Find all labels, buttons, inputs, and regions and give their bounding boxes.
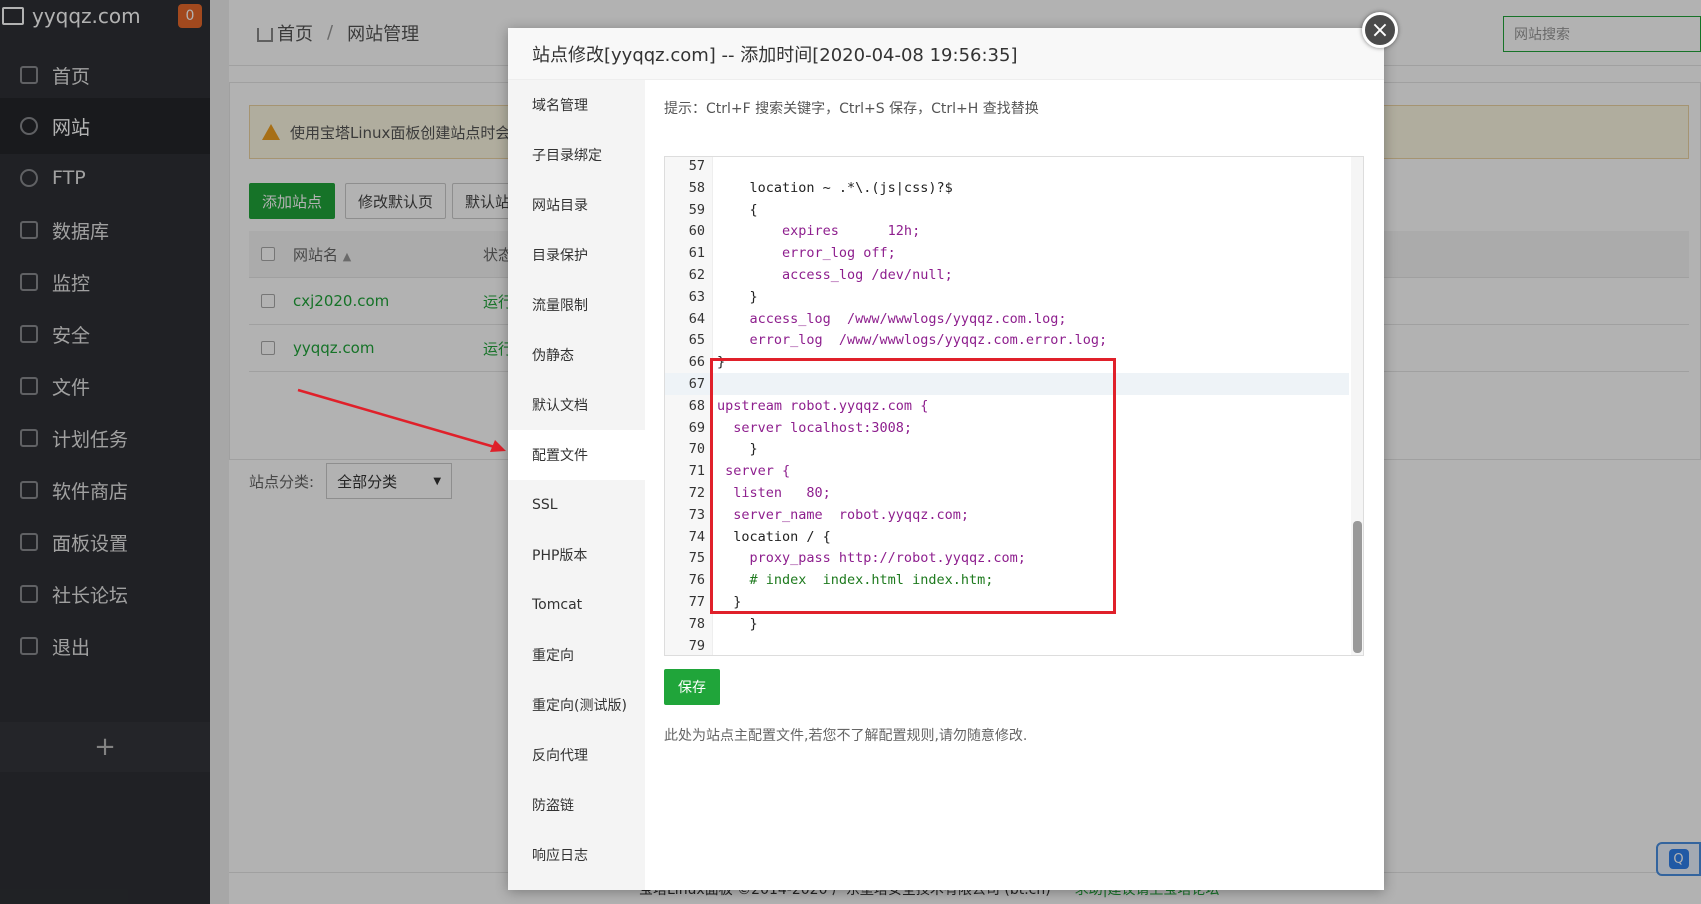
modal-menu-item[interactable]: PHP版本 (508, 530, 645, 580)
code-text: { (717, 201, 758, 218)
line-number: 63 (688, 288, 705, 305)
code-text: access_log /dev/null; (717, 267, 953, 283)
modal-menu-item[interactable]: 目录保护 (508, 230, 645, 280)
save-button[interactable]: 保存 (664, 669, 720, 705)
code-text: } (717, 288, 758, 305)
modal-menu-item[interactable]: 默认文档 (508, 380, 645, 430)
modal-menu-item[interactable]: 响应日志 (508, 830, 645, 880)
modal-menu-item[interactable]: 子目录绑定 (508, 130, 645, 180)
modal-menu-item[interactable]: 配置文件 (508, 430, 645, 480)
code-line: 59 { (665, 199, 1349, 221)
line-number: 68 (688, 397, 705, 414)
line-number: 62 (688, 267, 705, 283)
modal-menu-item[interactable]: 重定向(测试版) (508, 680, 645, 730)
modal-menu-item[interactable]: 流量限制 (508, 280, 645, 330)
modal-title: 站点修改[yyqqz.com] -- 添加时间[2020-04-08 19:56… (508, 28, 1384, 80)
modal-menu-item[interactable]: Tomcat (508, 580, 645, 630)
code-text: error_log /www/wwwlogs/yyqqz.com.error.l… (717, 332, 1108, 349)
modal-menu-item[interactable]: 重定向 (508, 630, 645, 680)
modal-menu-item[interactable]: SSL (508, 480, 645, 530)
code-line: 61 error_log off; (665, 242, 1349, 264)
line-number: 65 (688, 332, 705, 349)
scroll-thumb[interactable] (1353, 521, 1362, 653)
code-text: error_log off; (717, 245, 896, 262)
line-number: 60 (688, 223, 705, 240)
code-line: 63 } (665, 286, 1349, 308)
code-line: 62 access_log /dev/null; (665, 264, 1349, 286)
line-number: 57 (688, 158, 705, 174)
code-line: 78 } (665, 613, 1349, 635)
line-number: 58 (688, 179, 705, 196)
code-text: expires 12h; (717, 223, 921, 240)
line-number: 59 (688, 201, 705, 218)
code-line: 57 (665, 157, 1349, 177)
modal-menu-item[interactable]: 网站目录 (508, 180, 645, 230)
line-number: 76 (688, 572, 705, 589)
line-number: 73 (688, 506, 705, 523)
line-number: 67 (688, 376, 705, 392)
modal-menu: 域名管理 子目录绑定 网站目录 目录保护 流量限制 伪静态 默认文档 配置文件 SSL PHP版本… (508, 80, 645, 890)
line-number: 66 (688, 354, 705, 371)
annotation-highlight-box (710, 358, 1116, 614)
editor-hint: 提示：Ctrl+F 搜索关键字，Ctrl+S 保存，Ctrl+H 查找替换 (664, 101, 1039, 117)
line-number: 78 (688, 615, 705, 632)
line-number: 70 (688, 441, 705, 458)
modal-menu-item[interactable]: 反向代理 (508, 730, 645, 780)
modal-menu-item[interactable]: 防盗链 (508, 780, 645, 830)
line-number: 64 (688, 310, 705, 327)
code-text: location ~ .*\.(js|css)?$ (717, 179, 953, 196)
line-number: 61 (688, 245, 705, 262)
code-text: } (717, 615, 758, 632)
code-line: 79 (665, 635, 1349, 655)
modal-menu-item[interactable]: 伪静态 (508, 330, 645, 380)
code-line: 65 error_log /www/wwwlogs/yyqqz.com.erro… (665, 329, 1349, 351)
code-line: 58 location ~ .*\.(js|css)?$ (665, 177, 1349, 199)
modal-menu-item[interactable]: 域名管理 (508, 80, 645, 130)
line-number: 75 (688, 550, 705, 567)
close-icon[interactable]: × (1362, 12, 1398, 48)
line-number: 77 (688, 594, 705, 610)
line-number: 79 (688, 637, 705, 654)
line-number: 72 (688, 485, 705, 501)
line-number: 69 (688, 419, 705, 436)
config-footnote: 此处为站点主配置文件,若您不了解配置规则,请勿随意修改. (664, 728, 1028, 744)
line-number: 71 (688, 463, 705, 480)
code-line: 60 expires 12h; (665, 220, 1349, 242)
code-text: access_log /www/wwwlogs/yyqqz.com.log; (717, 310, 1067, 327)
code-line: 64 access_log /www/wwwlogs/yyqqz.com.log… (665, 308, 1349, 330)
line-number: 74 (688, 528, 705, 545)
